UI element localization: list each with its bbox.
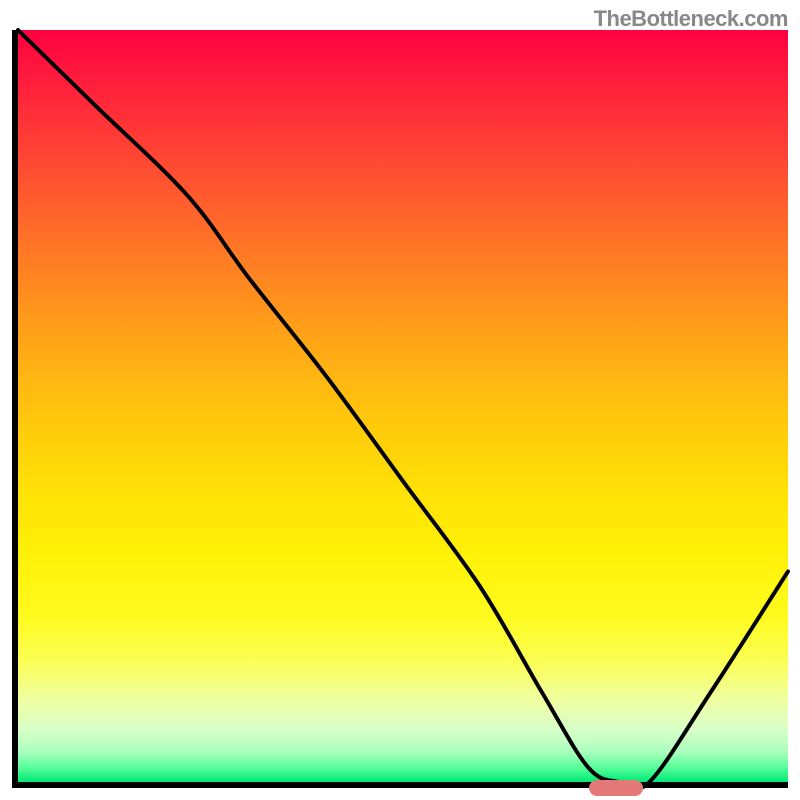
plot-area [12,30,788,788]
watermark-text: TheBottleneck.com [594,6,788,32]
bottleneck-curve [18,30,788,789]
curve-layer [18,30,788,782]
optimal-marker [589,780,643,796]
chart-container: TheBottleneck.com [0,0,800,800]
